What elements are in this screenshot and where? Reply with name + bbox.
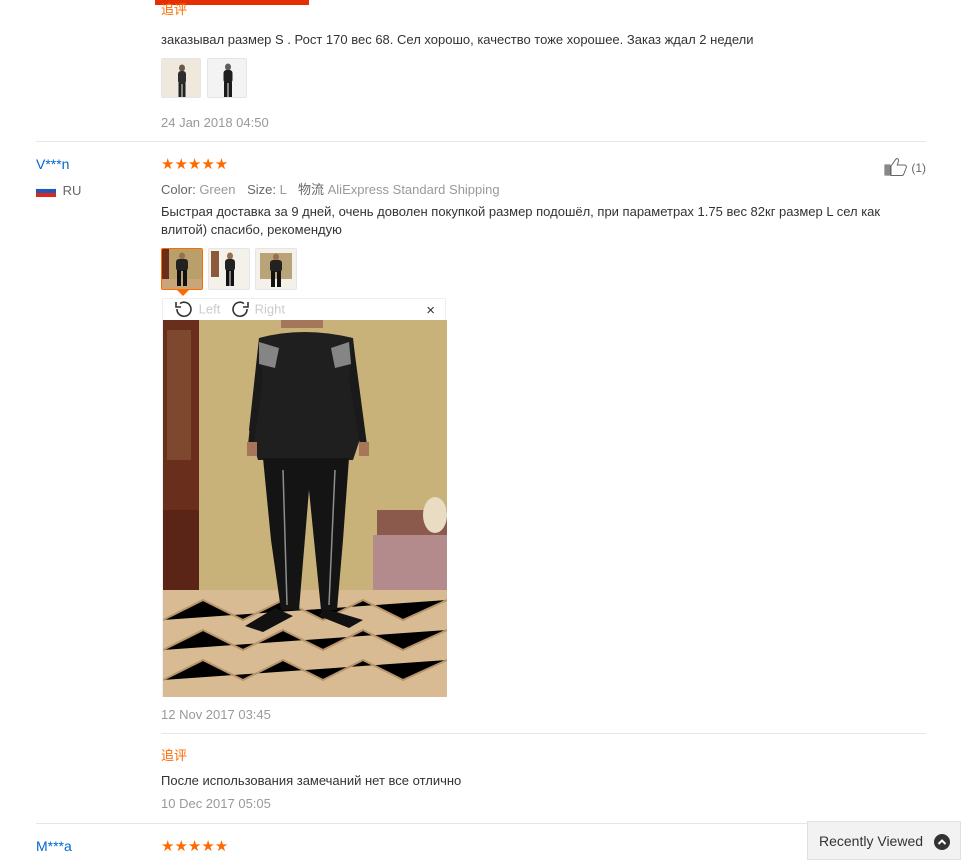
review-photo-thumb[interactable]: [207, 58, 247, 98]
reviewer-country: RU: [35, 182, 82, 199]
review-photo-thumb[interactable]: [161, 248, 203, 290]
followup-label: 追评: [161, 2, 188, 17]
photo-viewer-toolbar: Left Right ×: [163, 299, 445, 320]
followup-divider: [161, 733, 926, 734]
review-text: Быстрая доставка за 9 дней, очень доволе…: [161, 204, 881, 237]
rotate-right-button[interactable]: Right: [229, 300, 285, 318]
compression-suit-photo: [162, 320, 448, 697]
reviewer-name[interactable]: V***n: [36, 156, 69, 172]
like-button[interactable]: (1): [884, 157, 926, 179]
like-count: (1): [911, 161, 927, 175]
followup-date: 10 Dec 2017 05:05: [161, 796, 271, 811]
followup-label: 追评: [161, 748, 188, 763]
review-date: 24 Jan 2018 04:50: [161, 115, 269, 130]
person-photo-icon: [162, 249, 202, 289]
rotate-right-icon: [232, 301, 249, 317]
followup-text: После использования замечаний нет все от…: [161, 773, 462, 788]
review-photo-thumb[interactable]: [161, 58, 201, 98]
color-label: Color:: [161, 182, 196, 197]
person-photo-icon: [162, 59, 200, 97]
shipping-value: AliExpress Standard Shipping: [327, 182, 500, 197]
thumbs-up-icon: [884, 157, 908, 179]
person-photo-icon: [209, 249, 249, 289]
review-text: заказывал размер S . Рост 170 вес 68. Се…: [161, 32, 754, 47]
reviewer-name[interactable]: M***a: [36, 838, 72, 854]
person-photo-icon: [208, 59, 246, 97]
review-photo-large: [162, 320, 448, 697]
recently-viewed-label: Recently Viewed: [819, 833, 924, 849]
close-viewer-button[interactable]: ×: [426, 302, 435, 319]
order-info: Color: Green Size: L 物流 AliExpress Stand…: [161, 179, 500, 198]
shipping-label: 物流: [297, 182, 324, 197]
review-divider: [36, 823, 926, 824]
photo-viewer: Left Right ×: [162, 298, 448, 697]
country-code: RU: [62, 183, 82, 199]
russia-flag-icon: [35, 184, 57, 197]
rotate-left-button[interactable]: Left: [173, 300, 220, 318]
review-date: 12 Nov 2017 03:45: [161, 707, 271, 722]
rotate-left-icon: [175, 301, 192, 317]
selected-thumb-pointer: [177, 290, 189, 296]
review-divider: [36, 141, 926, 142]
recently-viewed-button[interactable]: Recently Viewed: [807, 821, 961, 860]
person-photo-icon: [256, 249, 296, 289]
chevron-up-icon: [934, 834, 950, 850]
color-value: Green: [199, 182, 236, 197]
review-photo-thumb[interactable]: [255, 248, 297, 290]
star-rating: ★★★★★: [161, 838, 229, 855]
star-rating: ★★★★★: [161, 156, 229, 173]
review-photo-thumb[interactable]: [208, 248, 250, 290]
size-label: Size:: [247, 182, 276, 197]
size-value: L: [279, 182, 287, 197]
